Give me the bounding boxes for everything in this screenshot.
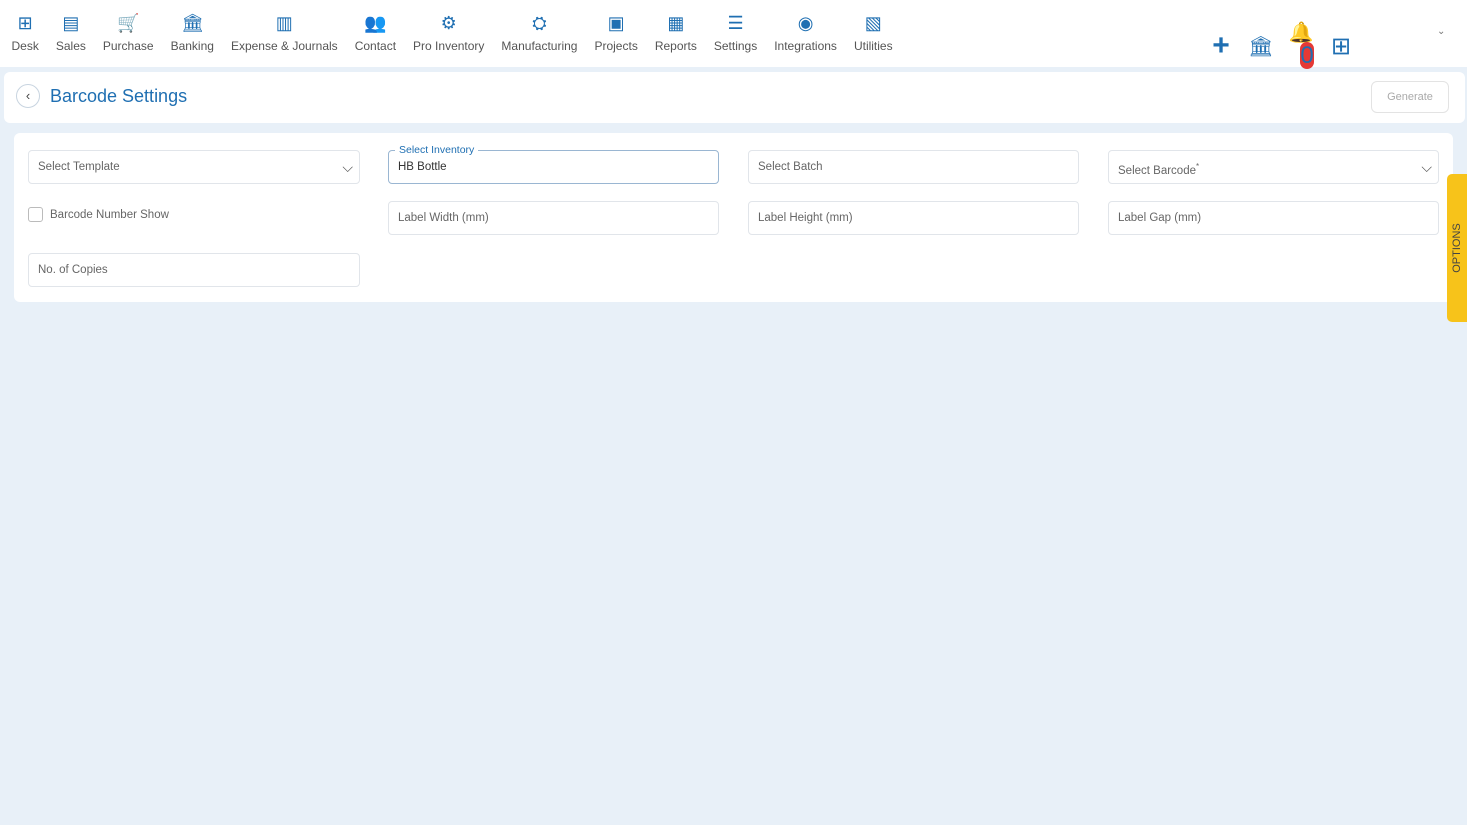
label-gap-input[interactable]: Label Gap (mm) [1108,201,1439,235]
integrations-icon: ◉ [797,13,814,33]
select-template-dropdown[interactable]: Select Template ⌵ [28,150,360,184]
nav-item-label: Utilities [853,39,893,53]
generate-button[interactable]: Generate [1371,81,1449,113]
nav-item-settings[interactable]: ☰ Settings [705,0,765,53]
page-title: Barcode Settings [50,86,188,106]
nav-item-label: Reports [654,39,697,53]
cart-icon: 🛒 [117,13,140,33]
nav-item-label: Pro Inventory [413,39,485,53]
nav-item-contact[interactable]: 👥 Contact [346,0,404,53]
apps-grid-icon[interactable]: ⊞ [1328,32,1354,61]
nav-item-manufacturing[interactable]: ⛭ Manufacturing [493,0,586,53]
select-batch-placeholder: Select Batch [758,161,823,173]
user-menu-chevron-icon[interactable]: ⌄ [1437,26,1445,37]
nav-item-label: Purchase [102,39,154,53]
nav-item-utilities[interactable]: ▧ Utilities [845,0,901,53]
nav-item-sales[interactable]: ▤ Sales [47,0,94,53]
select-template-placeholder: Select Template [38,161,120,173]
nav-item-reports[interactable]: ▦ Reports [646,0,705,53]
settings-icon: ☰ [727,13,744,33]
back-button[interactable]: ‹ [16,84,40,108]
desk-icon: ⊞ [17,13,33,33]
copies-input[interactable]: No. of Copies [28,253,360,287]
select-inventory-input[interactable]: Select Inventory HB Bottle [388,143,719,184]
barcode-number-show-checkbox[interactable]: Barcode Number Show [28,207,169,222]
nav-item-integrations[interactable]: ◉ Integrations [766,0,846,53]
nav-item-label: Settings [713,39,758,53]
top-right-actions: + 🏛 🔔0 ⊞ [1208,18,1354,74]
notifications-button[interactable]: 🔔0 [1288,18,1314,74]
required-marker: * [1196,162,1200,171]
nav-item-label: Integrations [774,39,837,53]
label-gap-placeholder: Label Gap (mm) [1118,212,1202,224]
options-tab[interactable]: OPTIONS [1447,174,1467,322]
nav-item-label: Expense & Journals [230,39,338,53]
label-height-placeholder: Label Height (mm) [758,212,853,224]
nav-item-desk[interactable]: ⊞ Desk [3,0,47,53]
label-height-input[interactable]: Label Height (mm) [748,201,1079,235]
chevron-down-icon: ⌵ [1421,159,1432,175]
select-batch-input[interactable]: Select Batch [748,150,1079,184]
notification-count-badge: 0 [1300,42,1314,69]
add-icon[interactable]: + [1208,29,1234,63]
nav-item-projects[interactable]: ▣ Projects [586,0,646,53]
bank-icon: 🏛 [181,13,205,33]
nav-item-label: Desk [11,39,39,53]
copies-placeholder: No. of Copies [38,264,108,276]
nav-item-label: Sales [55,39,86,53]
checkbox-box[interactable] [28,207,43,222]
nav-item-banking[interactable]: 🏛 Banking [162,0,222,53]
page-header: ‹ Barcode Settings Generate [4,72,1465,123]
barcode-form: Select Template ⌵ Select Inventory HB Bott… [14,133,1453,302]
utilities-icon: ▧ [864,13,882,33]
projects-icon: ▣ [607,13,625,33]
journal-icon: ▥ [275,13,293,33]
label-width-placeholder: Label Width (mm) [398,212,489,224]
nav-item-label: Banking [170,39,214,53]
nav-item-purchase[interactable]: 🛒 Purchase [94,0,162,53]
inventory-icon: ⚙ [440,13,457,33]
select-barcode-placeholder: Select Barcode [1118,164,1196,177]
contact-icon: 👥 [364,13,387,33]
bell-icon: 🔔 [1288,22,1314,44]
select-inventory-label: Select Inventory [395,143,479,157]
nav-item-label: Projects [594,39,638,53]
select-inventory-value: HB Bottle [398,161,447,173]
nav-item-pro-inventory[interactable]: ⚙ Pro Inventory [405,0,493,53]
nav-item-expense-journals[interactable]: ▥ Expense & Journals [222,0,346,53]
nav-item-label: Manufacturing [501,39,578,53]
nav-item-label: Contact [354,39,397,53]
label-width-input[interactable]: Label Width (mm) [388,201,719,235]
sales-icon: ▤ [62,13,80,33]
reports-icon: ▦ [667,13,685,33]
bank-transfer-icon[interactable]: 🏛 [1248,34,1274,59]
select-barcode-dropdown[interactable]: Select Barcode* ⌵ [1108,150,1439,184]
barcode-number-show-label: Barcode Number Show [50,208,169,221]
options-label: OPTIONS [1451,223,1464,273]
manufacturing-icon: ⛭ [532,13,547,33]
chevron-down-icon: ⌵ [342,159,353,175]
